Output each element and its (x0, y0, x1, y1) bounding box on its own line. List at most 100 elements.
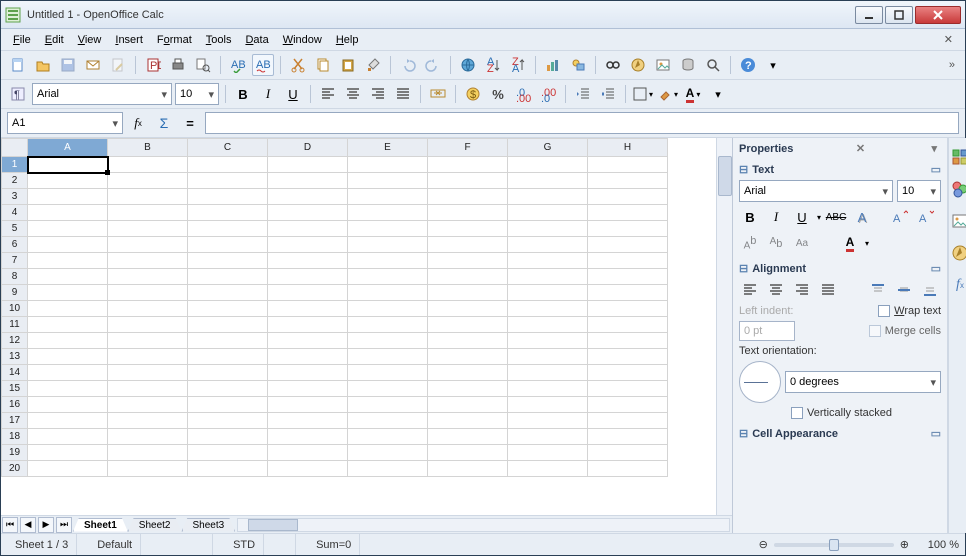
cell[interactable] (348, 317, 428, 333)
cell[interactable] (588, 157, 668, 173)
cell[interactable] (588, 333, 668, 349)
cell[interactable] (28, 205, 108, 221)
maximize-button[interactable] (885, 6, 913, 24)
cell[interactable] (508, 237, 588, 253)
percent-icon[interactable]: % (487, 83, 509, 105)
show-draw-icon[interactable] (567, 54, 589, 76)
zoom-out-icon[interactable]: ⊖ (759, 538, 768, 551)
menu-file[interactable]: File (7, 32, 37, 48)
cell[interactable] (28, 365, 108, 381)
cell[interactable] (428, 189, 508, 205)
italic-icon[interactable]: I (257, 83, 279, 105)
row-header[interactable]: 10 (2, 301, 28, 317)
cell[interactable] (428, 429, 508, 445)
cell[interactable] (508, 285, 588, 301)
cell[interactable] (268, 365, 348, 381)
col-header[interactable]: F (428, 139, 508, 157)
menu-view[interactable]: View (72, 32, 108, 48)
align-left-icon[interactable] (317, 83, 339, 105)
cell[interactable] (508, 221, 588, 237)
row-header[interactable]: 6 (2, 237, 28, 253)
bold-icon[interactable]: B (232, 83, 254, 105)
cell[interactable] (588, 285, 668, 301)
align-justify-icon[interactable] (392, 83, 414, 105)
cell[interactable] (508, 205, 588, 221)
tab-nav-prev-icon[interactable]: ◀ (20, 517, 36, 533)
cell[interactable] (28, 397, 108, 413)
status-style[interactable]: Default (89, 534, 141, 555)
styles-icon[interactable]: ¶ (7, 83, 29, 105)
minimize-button[interactable] (855, 6, 883, 24)
cell[interactable] (28, 157, 108, 173)
cell[interactable] (428, 221, 508, 237)
cell[interactable] (428, 461, 508, 477)
cell[interactable] (428, 317, 508, 333)
tab-nav-first-icon[interactable]: ⏮ (2, 517, 18, 533)
cell[interactable] (28, 333, 108, 349)
cell[interactable] (108, 205, 188, 221)
cell[interactable] (588, 461, 668, 477)
insert-chart-icon[interactable] (542, 54, 564, 76)
tab-nav-last-icon[interactable]: ⏭ (56, 517, 72, 533)
cell[interactable] (108, 173, 188, 189)
row-header[interactable]: 20 (2, 461, 28, 477)
new-doc-icon[interactable] (7, 54, 29, 76)
paste-icon[interactable] (337, 54, 359, 76)
help-icon[interactable]: ? (737, 54, 759, 76)
cell[interactable] (588, 269, 668, 285)
row-header[interactable]: 16 (2, 397, 28, 413)
side-valign-mid-icon[interactable] (893, 279, 915, 301)
font-size-combo[interactable]: 10▾ (175, 83, 219, 105)
cell[interactable] (108, 333, 188, 349)
cell[interactable] (348, 445, 428, 461)
indent-spinner[interactable]: 0 pt (739, 321, 795, 341)
cell[interactable] (348, 349, 428, 365)
cell[interactable] (508, 269, 588, 285)
cell[interactable] (28, 173, 108, 189)
side-valign-bot-icon[interactable] (919, 279, 941, 301)
cell[interactable] (108, 237, 188, 253)
cell[interactable] (268, 253, 348, 269)
cell[interactable] (508, 461, 588, 477)
horizontal-scrollbar[interactable] (237, 518, 730, 532)
side-bold-icon[interactable]: B (739, 206, 761, 228)
cell[interactable] (268, 189, 348, 205)
col-header[interactable]: G (508, 139, 588, 157)
print-preview-icon[interactable] (192, 54, 214, 76)
side-align-justify-icon[interactable] (817, 279, 839, 301)
col-header[interactable]: H (588, 139, 668, 157)
cell[interactable] (588, 365, 668, 381)
cell[interactable] (188, 413, 268, 429)
row-header[interactable]: 17 (2, 413, 28, 429)
row-header[interactable]: 12 (2, 333, 28, 349)
cell[interactable] (508, 397, 588, 413)
cell[interactable] (508, 333, 588, 349)
zoom-icon[interactable] (702, 54, 724, 76)
tab-nav-next-icon[interactable]: ▶ (38, 517, 54, 533)
orientation-dial[interactable] (739, 361, 781, 403)
side-valign-top-icon[interactable] (867, 279, 889, 301)
cell[interactable] (428, 381, 508, 397)
cell[interactable] (108, 253, 188, 269)
cell[interactable] (508, 253, 588, 269)
cell[interactable] (188, 429, 268, 445)
row-header[interactable]: 13 (2, 349, 28, 365)
cell[interactable] (268, 413, 348, 429)
cell[interactable] (188, 157, 268, 173)
col-header[interactable]: E (348, 139, 428, 157)
increase-indent-icon[interactable] (597, 83, 619, 105)
cell[interactable] (508, 365, 588, 381)
cell[interactable] (508, 429, 588, 445)
cell[interactable] (588, 221, 668, 237)
toolbar-dropdown-icon[interactable]: ▾ (707, 83, 729, 105)
cell[interactable] (428, 205, 508, 221)
cell[interactable] (108, 269, 188, 285)
cell[interactable] (428, 157, 508, 173)
side-strike-icon[interactable]: ABC (825, 206, 847, 228)
cell[interactable] (588, 381, 668, 397)
cell[interactable] (188, 445, 268, 461)
cell[interactable] (348, 253, 428, 269)
cell[interactable] (508, 413, 588, 429)
cell[interactable] (28, 189, 108, 205)
cell[interactable] (108, 317, 188, 333)
